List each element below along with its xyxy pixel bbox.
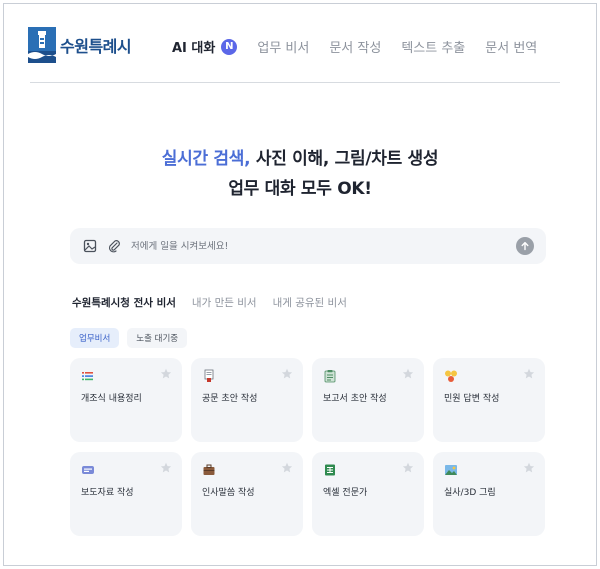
star-icon[interactable] (523, 368, 535, 380)
card-press-release[interactable]: 보도자료 작성 (70, 452, 182, 536)
card-label: 개조식 내용정리 (81, 394, 142, 404)
card-label: 공문 초안 작성 (202, 394, 258, 404)
nav-document-translation[interactable]: 문서 번역 (485, 37, 537, 56)
card-label: 보도자료 작성 (81, 488, 134, 498)
lighthouse-logo-icon (28, 27, 56, 63)
nav-text-extraction[interactable]: 텍스트 추출 (401, 37, 465, 56)
hero-line-1: 실시간 검색, 사진 이해, 그림/차트 생성 (0, 144, 600, 174)
briefcase-icon (203, 464, 215, 475)
hero-heading: 실시간 검색, 사진 이해, 그림/차트 생성 업무 대화 모두 OK! (0, 144, 600, 204)
paperclip-icon[interactable] (107, 239, 121, 253)
arrow-up-icon (521, 241, 529, 251)
tab-shared-assistants[interactable]: 내게 공유된 비서 (273, 295, 347, 310)
chip-pending-exposure[interactable]: 노출 대기중 (127, 328, 188, 348)
card-greeting-speech[interactable]: 인사말씀 작성 (191, 452, 303, 536)
card-label: 실사/3D 그림 (444, 488, 496, 498)
nav-work-assistant[interactable]: 업무 비서 (257, 37, 309, 56)
card-report-draft[interactable]: 보고서 초안 작성 (312, 358, 424, 442)
logo-text: 수원특례시 (60, 37, 132, 56)
card-label: 민원 답변 작성 (444, 394, 500, 404)
main-nav: AI 대화 N 업무 비서 문서 작성 텍스트 추출 문서 번역 (172, 37, 557, 56)
header-divider (30, 82, 560, 83)
press-icon (82, 466, 94, 474)
prompt-input[interactable] (131, 240, 501, 252)
send-button[interactable] (516, 237, 534, 255)
star-icon[interactable] (160, 462, 172, 474)
new-badge: N (221, 38, 238, 55)
hero-line-2: 업무 대화 모두 OK! (228, 179, 372, 199)
filter-chips: 업무비서 노출 대기중 (70, 328, 195, 348)
clipboard-icon (324, 370, 336, 383)
card-label: 인사말씀 작성 (202, 488, 255, 498)
card-civil-reply[interactable]: 민원 답변 작성 (433, 358, 545, 442)
image-icon[interactable] (83, 239, 97, 253)
logo[interactable]: 수원특례시 (28, 27, 132, 63)
card-label: 엑셀 전문가 (323, 488, 368, 498)
nav-ai-chat-label: AI 대화 (172, 41, 216, 56)
star-icon[interactable] (402, 368, 414, 380)
list-icon (82, 372, 93, 381)
nav-ai-chat[interactable]: AI 대화 N (172, 37, 238, 56)
spreadsheet-icon (325, 464, 335, 476)
emoji-icon (445, 370, 457, 382)
tab-my-assistants[interactable]: 내가 만든 비서 (192, 295, 257, 310)
document-stamp-icon (204, 369, 214, 382)
tab-company-assistants[interactable]: 수원특례시청 전사 비서 (72, 295, 176, 310)
prompt-box (70, 228, 546, 264)
star-icon[interactable] (402, 462, 414, 474)
nav-document-writing[interactable]: 문서 작성 (329, 37, 381, 56)
hero-line-1-rest: 사진 이해, 그림/차트 생성 (250, 149, 439, 169)
card-bullet-summary[interactable]: 개조식 내용정리 (70, 358, 182, 442)
card-realistic-3d-image[interactable]: 실사/3D 그림 (433, 452, 545, 536)
star-icon[interactable] (523, 462, 535, 474)
card-excel-expert[interactable]: 엑셀 전문가 (312, 452, 424, 536)
assistant-tabs: 수원특례시청 전사 비서 내가 만든 비서 내게 공유된 비서 (72, 295, 363, 310)
star-icon[interactable] (160, 368, 172, 380)
card-official-letter[interactable]: 공문 초안 작성 (191, 358, 303, 442)
hero-accent-text: 실시간 검색, (161, 149, 251, 169)
picture-icon (445, 465, 457, 475)
chip-work-assistant[interactable]: 업무비서 (70, 328, 120, 348)
star-icon[interactable] (281, 462, 293, 474)
star-icon[interactable] (281, 368, 293, 380)
card-label: 보고서 초안 작성 (323, 394, 387, 404)
